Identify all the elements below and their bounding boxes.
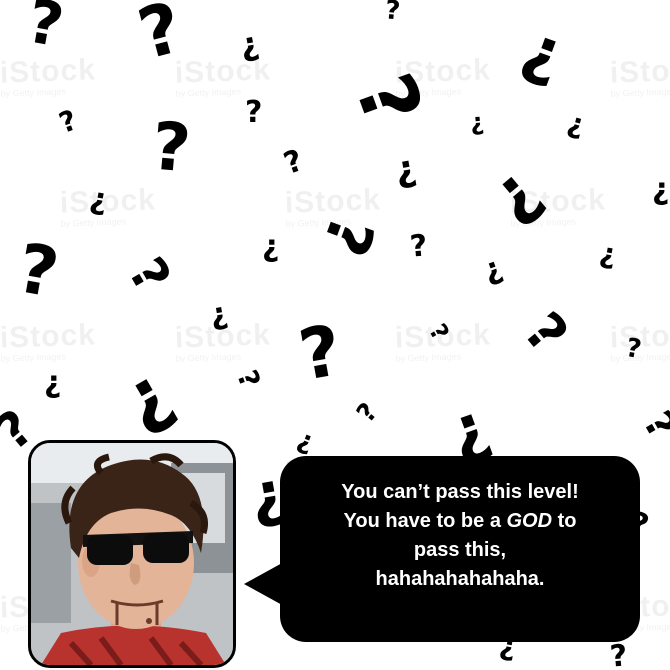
watermark-subtitle: by Getty Images	[0, 351, 67, 364]
question-mark-icon: ?	[633, 403, 670, 447]
question-mark-icon: ¿	[478, 250, 507, 289]
dialogue-line-2-start: You have to be a	[343, 510, 507, 532]
dialogue-line-2-end: to	[552, 510, 577, 532]
watermark-subtitle: by Getty Images	[60, 216, 127, 229]
watermark-brand: iStock	[284, 183, 382, 220]
question-mark-icon: ¿	[513, 10, 574, 94]
question-mark-icon: ?	[117, 247, 182, 303]
question-mark-icon: ?	[383, 0, 402, 27]
question-mark-icon: ?	[11, 229, 65, 314]
watermark-brand: iStock	[0, 318, 97, 355]
character-portrait	[28, 440, 236, 668]
game-scene: ???¿¿????¿¿?¿¿¿¿??¿??¿¿¿????¿¿??¿?¿?¿?¿?…	[0, 0, 670, 670]
dialogue-emphasis: GOD	[506, 510, 553, 532]
question-mark-icon: ?	[608, 638, 629, 670]
stock-watermark: iStockby Getty Images	[609, 318, 670, 363]
stock-watermark: iStockby Getty Images	[284, 183, 381, 228]
question-mark-icon: ?	[293, 309, 348, 397]
stock-watermark: iStockby Getty Images	[0, 318, 97, 363]
stock-watermark: iStockby Getty Images	[174, 53, 271, 98]
watermark-subtitle: by Getty Images	[510, 216, 577, 229]
stock-watermark: iStockby Getty Images	[509, 183, 606, 228]
question-mark-icon: ?	[230, 365, 267, 393]
stock-watermark: iStockby Getty Images	[0, 53, 97, 98]
question-mark-icon: ?	[351, 397, 384, 429]
dialogue-line-2: You have to be a GOD to	[280, 507, 640, 536]
dialogue-text: You can’t pass this level! You have to b…	[280, 478, 640, 594]
speech-bubble-tail	[244, 562, 284, 606]
watermark-subtitle: by Getty Images	[395, 86, 462, 99]
question-mark-icon: ?	[245, 95, 263, 130]
stock-watermark: iStockby Getty Images	[59, 183, 156, 228]
question-mark-icon: ?	[408, 228, 429, 265]
watermark-brand: iStock	[394, 53, 492, 90]
question-mark-icon: ¿	[262, 229, 280, 264]
watermark-subtitle: by Getty Images	[395, 351, 462, 364]
dialogue-line-3: pass this,	[413, 539, 507, 561]
puppet-avatar	[31, 443, 233, 665]
stock-watermark: iStockby Getty Images	[394, 53, 491, 98]
question-mark-icon: ¿	[44, 365, 62, 400]
watermark-brand: iStock	[509, 183, 607, 220]
watermark-brand: iStock	[609, 53, 670, 90]
watermark-brand: iStock	[59, 183, 157, 220]
stock-watermark: iStockby Getty Images	[394, 318, 491, 363]
watermark-brand: iStock	[394, 318, 492, 355]
watermark-brand: iStock	[609, 318, 670, 355]
question-mark-icon: ¿	[293, 424, 318, 458]
question-mark-icon: ?	[279, 143, 308, 182]
stock-watermark: iStockby Getty Images	[174, 318, 271, 363]
question-mark-icon: ¿	[391, 147, 420, 192]
question-mark-icon: ¿	[652, 172, 670, 207]
watermark-brand: iStock	[0, 53, 97, 90]
question-mark-icon: ?	[54, 103, 82, 140]
dialogue-line-4: hahahahahahaha.	[375, 568, 545, 590]
question-mark-icon: ¿	[597, 235, 620, 272]
question-mark-icon: ¿	[468, 107, 486, 137]
question-mark-icon: ¿	[564, 105, 589, 142]
dialogue-line-1: You can’t pass this level!	[341, 481, 579, 503]
question-mark-icon: ?	[148, 107, 194, 188]
stock-watermark: iStockby Getty Images	[609, 53, 670, 98]
watermark-brand: iStock	[174, 318, 272, 355]
question-mark-icon: ?	[22, 0, 69, 62]
question-mark-icon: ¿	[106, 349, 185, 443]
watermark-brand: iStock	[174, 53, 272, 90]
question-mark-icon: ?	[511, 300, 581, 365]
watermark-subtitle: by Getty Images	[0, 86, 67, 99]
watermark-subtitle: by Getty Images	[175, 351, 242, 364]
